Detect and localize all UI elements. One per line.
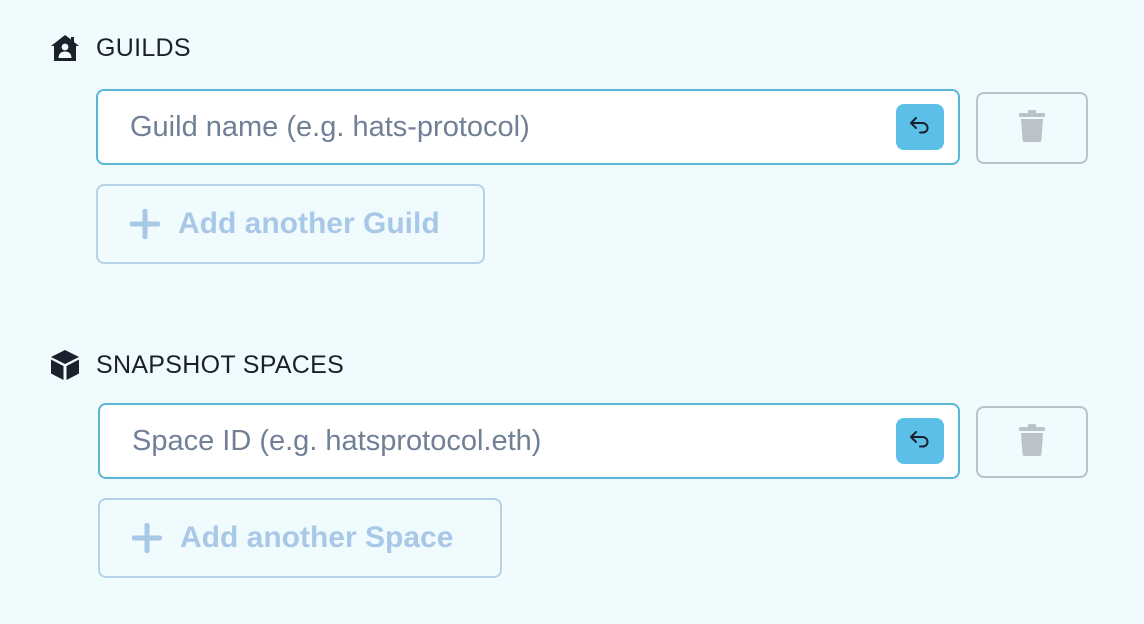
guilds-title: GUILDS <box>96 33 191 62</box>
trash-icon <box>1018 423 1046 461</box>
undo-icon <box>909 116 931 139</box>
add-guild-button[interactable]: Add another Guild <box>96 184 485 264</box>
guild-delete-button[interactable] <box>976 92 1088 164</box>
space-id-field <box>98 403 960 479</box>
space-delete-button[interactable] <box>976 406 1088 478</box>
guilds-section-header: GUILDS <box>50 33 191 63</box>
spaces-title: SNAPSHOT SPACES <box>96 350 345 379</box>
add-space-button[interactable]: Add another Space <box>98 498 502 578</box>
guild-name-field <box>96 89 960 165</box>
add-space-label: Add another Space <box>180 521 454 554</box>
house-user-icon <box>50 33 80 63</box>
space-reset-button[interactable] <box>896 418 944 464</box>
guild-name-input[interactable] <box>98 91 958 163</box>
guild-reset-button[interactable] <box>896 104 944 150</box>
space-id-input[interactable] <box>100 405 958 477</box>
trash-icon <box>1018 109 1046 147</box>
cube-icon <box>50 350 80 380</box>
add-guild-label: Add another Guild <box>178 207 440 240</box>
spaces-section-header: SNAPSHOT SPACES <box>50 350 344 380</box>
undo-icon <box>909 430 931 453</box>
plus-icon <box>132 523 162 553</box>
plus-icon <box>130 209 160 239</box>
